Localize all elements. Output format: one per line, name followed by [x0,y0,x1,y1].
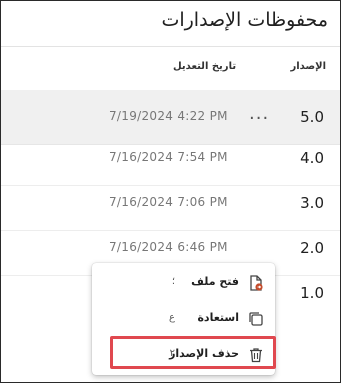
menu-item-shortcut: ع [169,312,175,323]
modified-date: 7/16/2024 6:46 PM [109,240,228,254]
open-file-icon [247,274,265,292]
modified-date: 7/19/2024 4:22 PM [109,109,228,123]
menu-item-label: فتح ملف [191,275,239,288]
menu-item-shortcut: ؛ [171,276,175,287]
restore-icon [247,310,265,328]
version-history-panel: محفوظات الإصدارات الإصدار تاريخ التعديل … [0,0,341,383]
menu-item-label: استعادة [197,311,239,324]
delete-version-highlight [110,336,276,369]
column-header-modified-date[interactable]: تاريخ التعديل [173,61,236,72]
more-options-icon[interactable]: ... [249,103,269,124]
version-number: 3.0 [300,194,324,212]
version-number: 5.0 [300,108,324,126]
column-header-version[interactable]: الإصدار [291,61,327,72]
version-number: 1.0 [300,284,324,302]
version-number: 2.0 [300,239,324,257]
panel-title: محفوظات الإصدارات [161,9,328,31]
menu-item-restore[interactable]: استعادة ع [92,303,275,335]
modified-date: 7/16/2024 7:54 PM [109,150,228,164]
title-divider [1,46,340,47]
version-number: 4.0 [300,149,324,167]
menu-item-open-file[interactable]: فتح ملف ؛ [92,267,275,299]
modified-date: 7/16/2024 7:06 PM [109,195,228,209]
